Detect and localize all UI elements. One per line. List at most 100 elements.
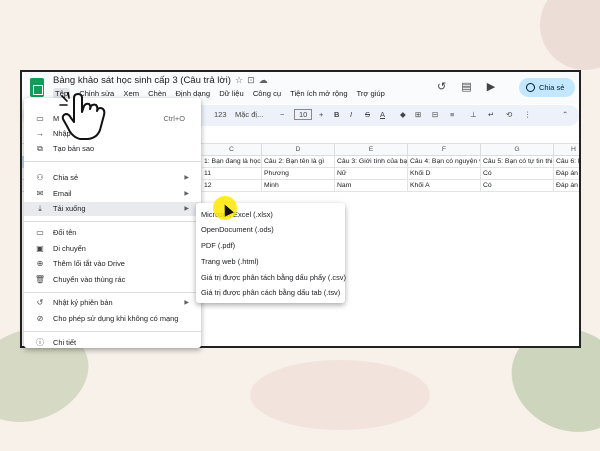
- comment-icon[interactable]: ▤: [461, 81, 471, 93]
- table-cell[interactable]: Đáp án 1: [554, 168, 579, 180]
- star-icon[interactable]: ☆: [235, 75, 247, 85]
- table-cell[interactable]: Câu 3: Giới tính của bạn: [335, 156, 408, 168]
- file-menu-item-details[interactable]: ⓘ Chi tiết: [24, 336, 201, 350]
- meet-icon[interactable]: ▶: [487, 81, 495, 93]
- file-menu-item-move[interactable]: ▣ Di chuyển: [24, 242, 201, 256]
- cloud-icon[interactable]: ☁: [259, 75, 272, 85]
- menu-extensions[interactable]: Tiện ích mở rộng: [290, 89, 347, 98]
- valign-icon[interactable]: ⊥: [470, 110, 477, 119]
- menu-data[interactable]: Dữ liệu: [219, 89, 244, 98]
- menu-item-label: Chuyển vào thùng rác: [53, 275, 126, 284]
- shortcut-icon: ⊕: [36, 259, 44, 268]
- rotate-icon[interactable]: ⟲: [506, 110, 512, 119]
- document-title[interactable]: Bảng khảo sát học sinh cấp 3 (Câu trả lờ…: [53, 75, 231, 86]
- column-header-c[interactable]: C: [202, 144, 262, 156]
- share-button[interactable]: Chia sẻ: [519, 78, 575, 97]
- menu-insert[interactable]: Chèn: [148, 89, 166, 98]
- download-tsv[interactable]: Giá trị được phân cách bằng dấu tab (.ts…: [196, 286, 345, 300]
- table-cell[interactable]: Khối A: [408, 180, 481, 192]
- file-menu-item-version-history[interactable]: ↺ Nhật ký phiên bản ▶: [24, 296, 201, 310]
- table-cell[interactable]: Nữ: [335, 168, 408, 180]
- table-cell[interactable]: Câu 6: Nếu...: [554, 156, 579, 168]
- menu-help[interactable]: Trợ giúp: [357, 89, 385, 98]
- font-decrease-button[interactable]: −: [280, 110, 284, 119]
- decorative-blob: [540, 0, 600, 70]
- font-increase-button[interactable]: +: [319, 110, 323, 119]
- file-menu-item-open[interactable]: ▭ M Ctrl+O: [24, 112, 201, 126]
- share-button-label: Chia sẻ: [539, 83, 565, 92]
- file-menu: ▭ M Ctrl+O → Nhập ⧉ Tạo bản sao ⚇ Chia s…: [24, 98, 201, 348]
- file-menu-item-import[interactable]: → Nhập: [24, 127, 201, 141]
- font-size-input[interactable]: 10: [294, 109, 313, 120]
- menu-item-label: Chi tiết: [53, 338, 77, 347]
- table-cell[interactable]: Đáp án 1: [554, 180, 579, 192]
- column-header-f[interactable]: F: [408, 144, 481, 156]
- file-menu-item-rename[interactable]: ▭ Đổi tên: [24, 226, 201, 240]
- menu-item-label: Chia sẻ: [53, 173, 79, 182]
- table-cell[interactable]: Phương: [262, 168, 335, 180]
- table-cell[interactable]: 11: [202, 168, 262, 180]
- bold-button[interactable]: B: [334, 110, 339, 119]
- rename-icon: ▭: [36, 228, 44, 237]
- chevron-right-icon: ▶: [184, 206, 189, 212]
- strikethrough-button[interactable]: S: [365, 110, 370, 119]
- column-header-h[interactable]: H: [554, 144, 579, 156]
- align-icon[interactable]: ≡: [450, 110, 454, 119]
- table-cell[interactable]: 1: Bạn đang là học sinh...: [202, 156, 262, 168]
- column-header-g[interactable]: G: [481, 144, 554, 156]
- table-cell[interactable]: Câu 2: Bạn tên là gì: [262, 156, 335, 168]
- file-menu-item-share[interactable]: ⚇ Chia sẻ ▶: [24, 171, 201, 185]
- folder-icon: ▭: [36, 114, 44, 123]
- globe-icon: [526, 83, 535, 92]
- table-cell[interactable]: Khối D: [408, 168, 481, 180]
- offline-icon: ⊘: [36, 314, 44, 323]
- more-icon[interactable]: ⋮: [524, 110, 532, 119]
- wrap-icon[interactable]: ↵: [488, 110, 494, 119]
- info-icon: ⓘ: [36, 338, 44, 347]
- menu-item-shortcut: Ctrl+O: [163, 114, 185, 123]
- move-icon: ▣: [36, 244, 44, 253]
- borders-icon[interactable]: ⊞: [415, 110, 421, 119]
- menu-view[interactable]: Xem: [123, 89, 139, 98]
- file-menu-item-shortcut[interactable]: ⊕ Thêm lối tắt vào Drive: [24, 257, 201, 271]
- zoom-format[interactable]: 123: [214, 110, 227, 119]
- copy-icon: ⧉: [37, 144, 43, 153]
- top-right-icons: ↺ ▤ ▶: [437, 80, 507, 93]
- file-menu-item-trash[interactable]: 🗑 Chuyển vào thùng rác: [24, 273, 201, 287]
- table-cell[interactable]: 12: [202, 180, 262, 192]
- table-cell[interactable]: Có: [481, 180, 554, 192]
- file-menu-item-copy[interactable]: ⧉ Tạo bản sao: [24, 142, 201, 156]
- table-cell[interactable]: Minh: [262, 180, 335, 192]
- file-menu-item-offline[interactable]: ⊘ Cho phép sử dụng khi không có mạng: [24, 312, 201, 326]
- download-icon: ⤓: [38, 204, 42, 213]
- download-html[interactable]: Trang web (.html): [196, 255, 345, 269]
- merge-icon[interactable]: ⊟: [432, 110, 438, 119]
- menu-tools[interactable]: Công cụ: [253, 89, 281, 98]
- menu-divider: [24, 331, 201, 332]
- download-pdf[interactable]: PDF (.pdf): [196, 239, 345, 253]
- table-cell[interactable]: Có: [481, 168, 554, 180]
- table-cell[interactable]: Nam: [335, 180, 408, 192]
- collapse-icon[interactable]: ⌃: [562, 110, 568, 119]
- italic-button[interactable]: I: [350, 110, 352, 119]
- sheets-logo-icon[interactable]: [30, 78, 44, 97]
- text-color-button[interactable]: A: [380, 110, 385, 119]
- column-header-d[interactable]: D: [262, 144, 335, 156]
- download-ods[interactable]: OpenDocument (.ods): [196, 223, 345, 237]
- menu-divider: [24, 221, 201, 222]
- title-icons: ☆⊡☁: [235, 75, 272, 86]
- menu-item-label: Thêm lối tắt vào Drive: [53, 259, 125, 268]
- file-menu-item-email[interactable]: ✉ Email ▶: [24, 187, 201, 201]
- move-folder-icon[interactable]: ⊡: [247, 75, 259, 85]
- menu-item-label: Tạo bản sao: [53, 144, 95, 153]
- history-icon[interactable]: ↺: [437, 81, 446, 93]
- download-csv[interactable]: Giá trị được phân tách bằng dấu phẩy (.c…: [196, 271, 346, 285]
- share-icon: ⚇: [36, 173, 44, 182]
- table-cell[interactable]: Câu 4: Bạn có nguyện vọng...: [408, 156, 481, 168]
- font-select[interactable]: Mặc đị...: [235, 110, 263, 119]
- menu-format[interactable]: Định dạng: [175, 89, 210, 98]
- column-header-e[interactable]: E: [335, 144, 408, 156]
- table-cell[interactable]: Câu 5: Bạn có tự tin thi đỗ...: [481, 156, 554, 168]
- file-menu-item-download[interactable]: ⤓ Tải xuống ▶: [24, 202, 201, 216]
- fill-color-icon[interactable]: ◆: [400, 110, 406, 119]
